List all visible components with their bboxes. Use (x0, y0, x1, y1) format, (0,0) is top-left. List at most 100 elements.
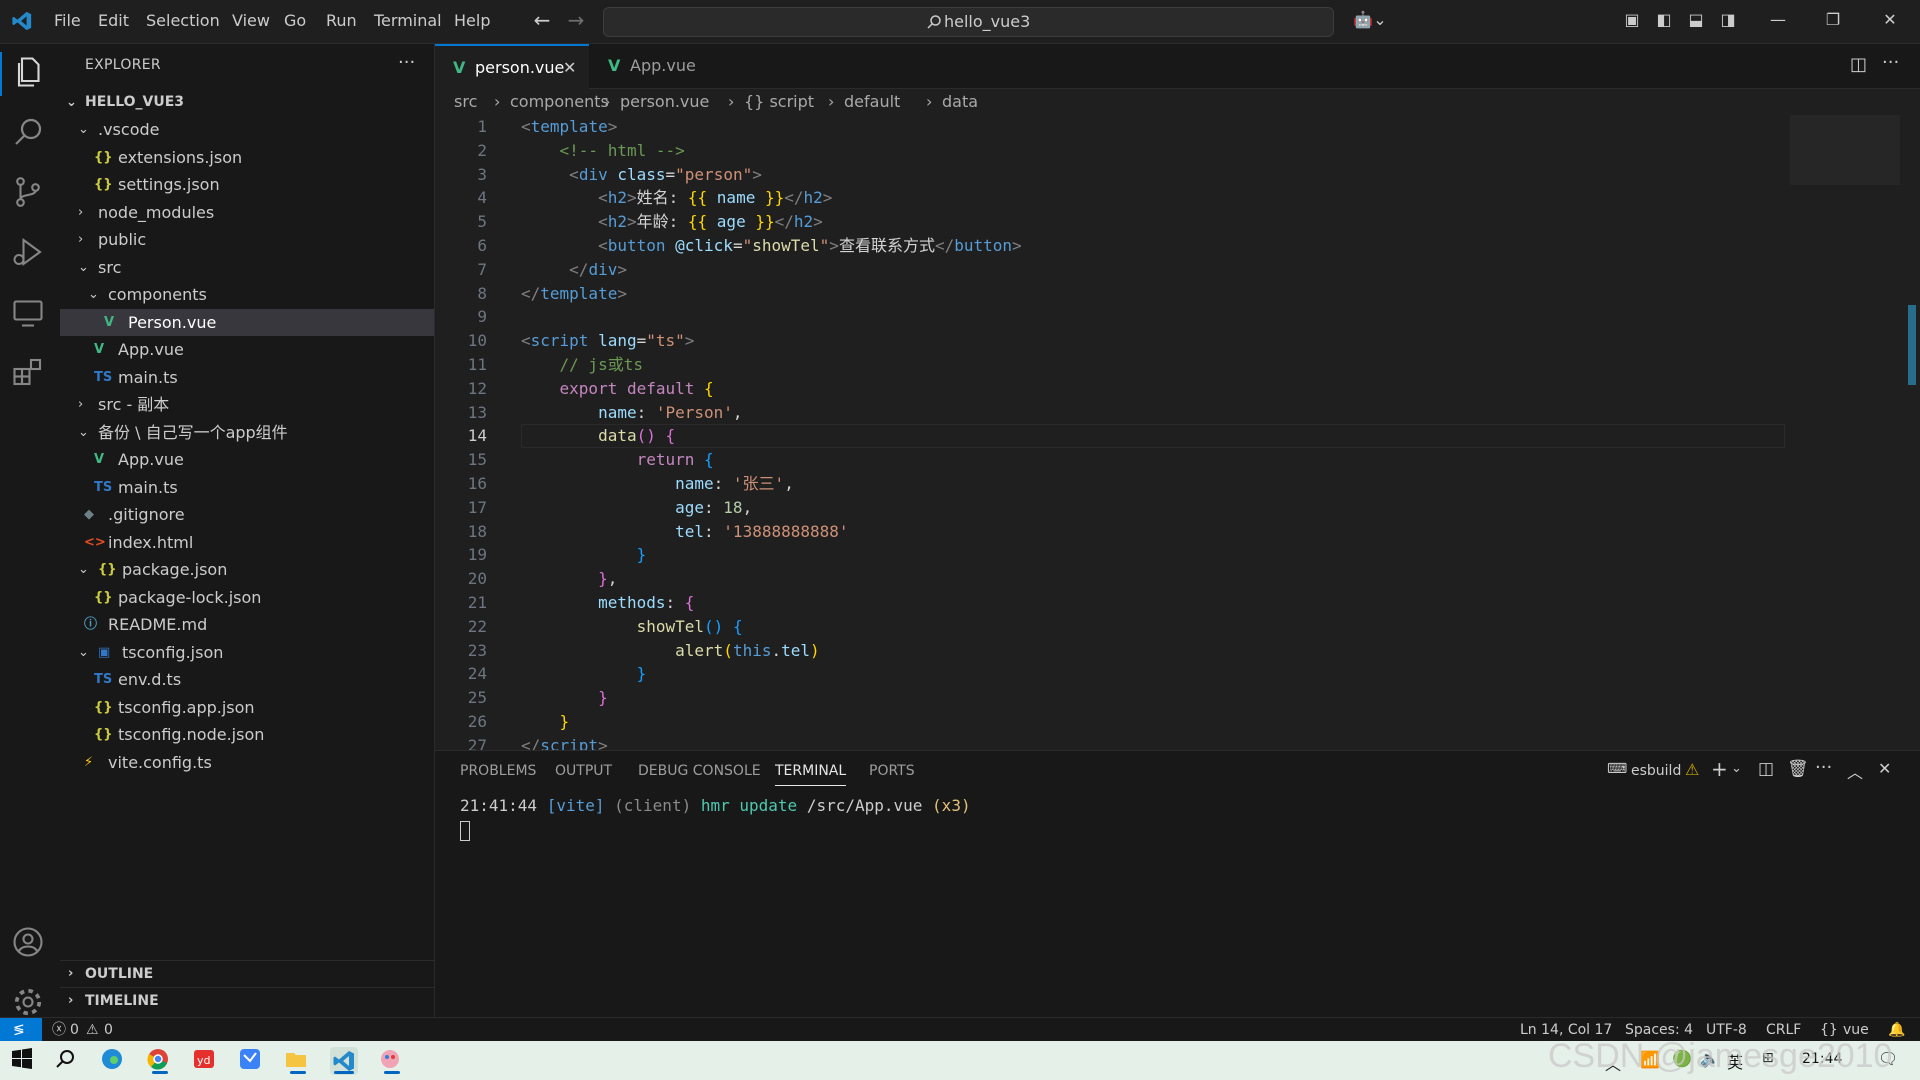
tree-folder[interactable]: › src - 副本 (60, 391, 434, 418)
outline-section[interactable]: › OUTLINE (60, 960, 434, 987)
tree-file[interactable]: ◆ .gitignore (60, 501, 434, 528)
forward-arrow-icon[interactable]: → (566, 10, 586, 30)
terminal-text: 21:41:44 (460, 796, 547, 815)
toggle-primary-sidebar-icon[interactable]: ◧ (1654, 10, 1674, 30)
timeline-section[interactable]: › TIMELINE (60, 987, 434, 1014)
breadcrumb-item[interactable]: components (510, 89, 609, 115)
panel-tab-terminal[interactable]: TERMINAL (775, 763, 847, 786)
maximize-panel-icon[interactable]: ︿ (1847, 759, 1863, 783)
panel-tab-ports[interactable]: PORTS (869, 763, 915, 779)
tree-folder[interactable]: ⌄ components (60, 281, 434, 308)
menu-go[interactable]: Go (284, 11, 306, 30)
menu-view[interactable]: View (232, 11, 270, 30)
remote-explorer-icon[interactable] (10, 294, 50, 334)
trash-icon[interactable]: 🗑 (1787, 759, 1809, 779)
copilot-icon[interactable]: 🤖⌄ (1350, 10, 1390, 30)
panel-tab-output[interactable]: OUTPUT (555, 763, 612, 779)
tab-app-vue[interactable]: V App.vue (590, 44, 740, 88)
panel-tab-debug-console[interactable]: DEBUG CONSOLE (638, 763, 761, 779)
search-icon[interactable] (10, 114, 50, 154)
menu-selection[interactable]: Selection (146, 11, 220, 30)
accounts-icon[interactable] (10, 924, 50, 964)
tree-file[interactable]: V Person.vue (60, 308, 434, 336)
new-terminal-icon[interactable]: + (1711, 757, 1728, 781)
tree-folder[interactable]: ⌄ ▣ tsconfig.json (60, 639, 434, 666)
windows-start-icon[interactable] (10, 1047, 38, 1075)
menu-help[interactable]: Help (454, 11, 490, 30)
explorer-icon[interactable] (10, 54, 50, 94)
minimize-icon[interactable]: — (1768, 10, 1788, 30)
warning-count[interactable]: 0 (104, 1018, 113, 1042)
source-control-icon[interactable] (10, 174, 50, 214)
tree-folder[interactable]: › node_modules (60, 199, 434, 226)
customize-layout-icon[interactable]: ▣ (1622, 10, 1642, 30)
scrollbar-thumb[interactable] (1908, 305, 1916, 385)
tree-file[interactable]: ⚡ vite.config.ts (60, 749, 434, 776)
tree-folder[interactable]: › public (60, 226, 434, 253)
split-terminal-icon[interactable]: ◫ (1758, 759, 1774, 779)
tree-file[interactable]: TS main.ts (60, 474, 434, 501)
breadcrumb-item[interactable]: src (454, 89, 477, 115)
close-tab-icon[interactable]: ✕ (563, 46, 576, 90)
more-actions-icon[interactable]: ··· (1882, 52, 1899, 73)
menu-run[interactable]: Run (326, 11, 357, 30)
chrome-browser-icon[interactable] (146, 1047, 174, 1075)
tree-folder[interactable]: ⌄ 备份 \ 自己写一个app组件 (60, 419, 434, 446)
extensions-icon[interactable] (10, 354, 50, 394)
code-text: </div> (521, 258, 627, 282)
run-debug-icon[interactable] (10, 234, 50, 274)
toggle-secondary-sidebar-icon[interactable]: ◨ (1718, 10, 1738, 30)
tree-folder[interactable]: ⌄ src (60, 254, 434, 281)
tree-folder[interactable]: ⌄ .vscode (60, 116, 434, 143)
edge-browser-icon[interactable] (100, 1047, 128, 1075)
vscode-taskbar-icon[interactable] (330, 1047, 358, 1075)
paint-app-icon[interactable] (378, 1047, 406, 1075)
search-icon[interactable] (54, 1047, 82, 1075)
feishu-app-icon[interactable] (238, 1047, 266, 1075)
split-editor-icon[interactable]: ◫ (1850, 54, 1867, 75)
tree-file[interactable]: V App.vue (60, 446, 434, 473)
file-explorer-icon[interactable] (284, 1047, 312, 1075)
breadcrumb-item[interactable]: data (942, 89, 978, 115)
tree-file[interactable]: {} package-lock.json (60, 584, 434, 611)
breadcrumb-item[interactable]: default (844, 89, 900, 115)
tree-file[interactable]: TS env.d.ts (60, 666, 434, 693)
close-window-icon[interactable]: ✕ (1880, 10, 1900, 30)
close-panel-icon[interactable]: ✕ (1878, 759, 1891, 778)
tree-file[interactable]: ⓘ README.md (60, 611, 434, 638)
code-token: 年龄: (636, 212, 688, 232)
command-center-search[interactable]: hello_vue3 (603, 7, 1334, 37)
error-count[interactable]: 0 (70, 1018, 79, 1042)
code-token: { (684, 593, 695, 612)
minimap-slider[interactable] (1790, 115, 1900, 185)
back-arrow-icon[interactable]: ← (532, 10, 552, 30)
tree-file[interactable]: V App.vue (60, 336, 434, 363)
menu-file[interactable]: File (54, 11, 81, 30)
breadcrumb-item[interactable]: {} script (744, 89, 814, 115)
restore-icon[interactable]: ❐ (1823, 10, 1843, 30)
editor-scrollbar[interactable] (1904, 115, 1920, 750)
youdao-dict-icon[interactable]: yd (192, 1047, 220, 1075)
code-token: { (704, 450, 714, 470)
code-editor[interactable]: 1 <template> 2 <!-- html --> 3 <div class="… (435, 115, 1785, 750)
tab-person-vue[interactable]: V person.vue ✕ (435, 44, 589, 90)
explorer-root-folder[interactable]: ⌄ HELLO_VUE3 (60, 89, 434, 116)
menu-terminal[interactable]: Terminal (374, 11, 442, 30)
menu-edit[interactable]: Edit (98, 11, 129, 30)
tree-file[interactable]: <> index.html (60, 529, 434, 556)
tree-file[interactable]: TS main.ts (60, 364, 434, 391)
tree-file[interactable]: {} settings.json (60, 171, 434, 198)
minimap[interactable] (1790, 115, 1900, 750)
breadcrumb-item[interactable]: person.vue (620, 89, 709, 115)
toggle-panel-icon[interactable]: ⬓ (1686, 10, 1706, 30)
panel-tab-problems[interactable]: PROBLEMS (460, 763, 536, 779)
terminal-name[interactable]: esbuild (1631, 763, 1681, 779)
tree-file[interactable]: {} tsconfig.app.json (60, 694, 434, 721)
more-actions-icon[interactable]: ··· (398, 52, 415, 73)
tree-file[interactable]: {} extensions.json (60, 144, 434, 171)
more-actions-icon[interactable]: ··· (1815, 757, 1832, 778)
tree-file[interactable]: {} tsconfig.node.json (60, 721, 434, 748)
tree-folder[interactable]: ⌄ {} package.json (60, 556, 434, 583)
chevron-down-icon[interactable]: ⌄ (1731, 761, 1742, 776)
remote-indicator[interactable]: ≶ (0, 1018, 42, 1042)
